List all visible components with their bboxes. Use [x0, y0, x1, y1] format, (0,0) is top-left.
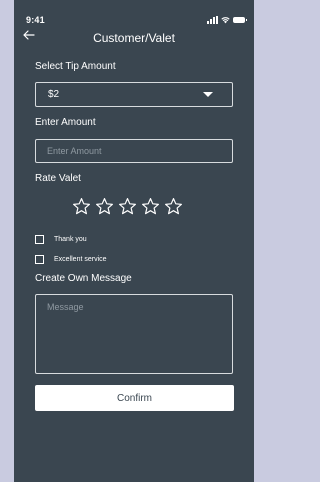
- amount-input[interactable]: [35, 139, 233, 163]
- star-rating: [72, 197, 183, 216]
- tip-amount-value: $2: [48, 89, 60, 100]
- star-icon[interactable]: [118, 197, 137, 216]
- star-icon[interactable]: [72, 197, 91, 216]
- signal-icon: [207, 16, 218, 24]
- option-excellent-service[interactable]: Excellent service: [35, 255, 107, 264]
- tip-amount-select[interactable]: $2: [35, 82, 233, 107]
- status-bar: 9:41: [14, 0, 254, 32]
- app-screen: 9:41 Customer/Valet Select Tip Amount $2…: [14, 0, 254, 482]
- thank-you-checkbox[interactable]: [35, 235, 44, 244]
- tip-amount-label: Select Tip Amount: [35, 61, 116, 72]
- caret-down-icon: [203, 92, 213, 97]
- star-icon[interactable]: [164, 197, 183, 216]
- option-thank-you[interactable]: Thank you: [35, 235, 87, 244]
- rate-valet-label: Rate Valet: [35, 173, 81, 184]
- confirm-button[interactable]: Confirm: [35, 385, 234, 411]
- option-label: Excellent service: [54, 256, 107, 263]
- enter-amount-label: Enter Amount: [35, 117, 96, 128]
- wifi-icon: [221, 17, 230, 24]
- page-title: Customer/Valet: [93, 31, 175, 45]
- star-icon[interactable]: [141, 197, 160, 216]
- battery-icon: [233, 17, 247, 23]
- excellent-service-checkbox[interactable]: [35, 255, 44, 264]
- message-field[interactable]: [35, 294, 233, 374]
- status-time: 9:41: [26, 15, 45, 25]
- create-message-label: Create Own Message: [35, 273, 132, 284]
- option-label: Thank you: [54, 236, 87, 243]
- star-icon[interactable]: [95, 197, 114, 216]
- status-icons: [207, 15, 247, 24]
